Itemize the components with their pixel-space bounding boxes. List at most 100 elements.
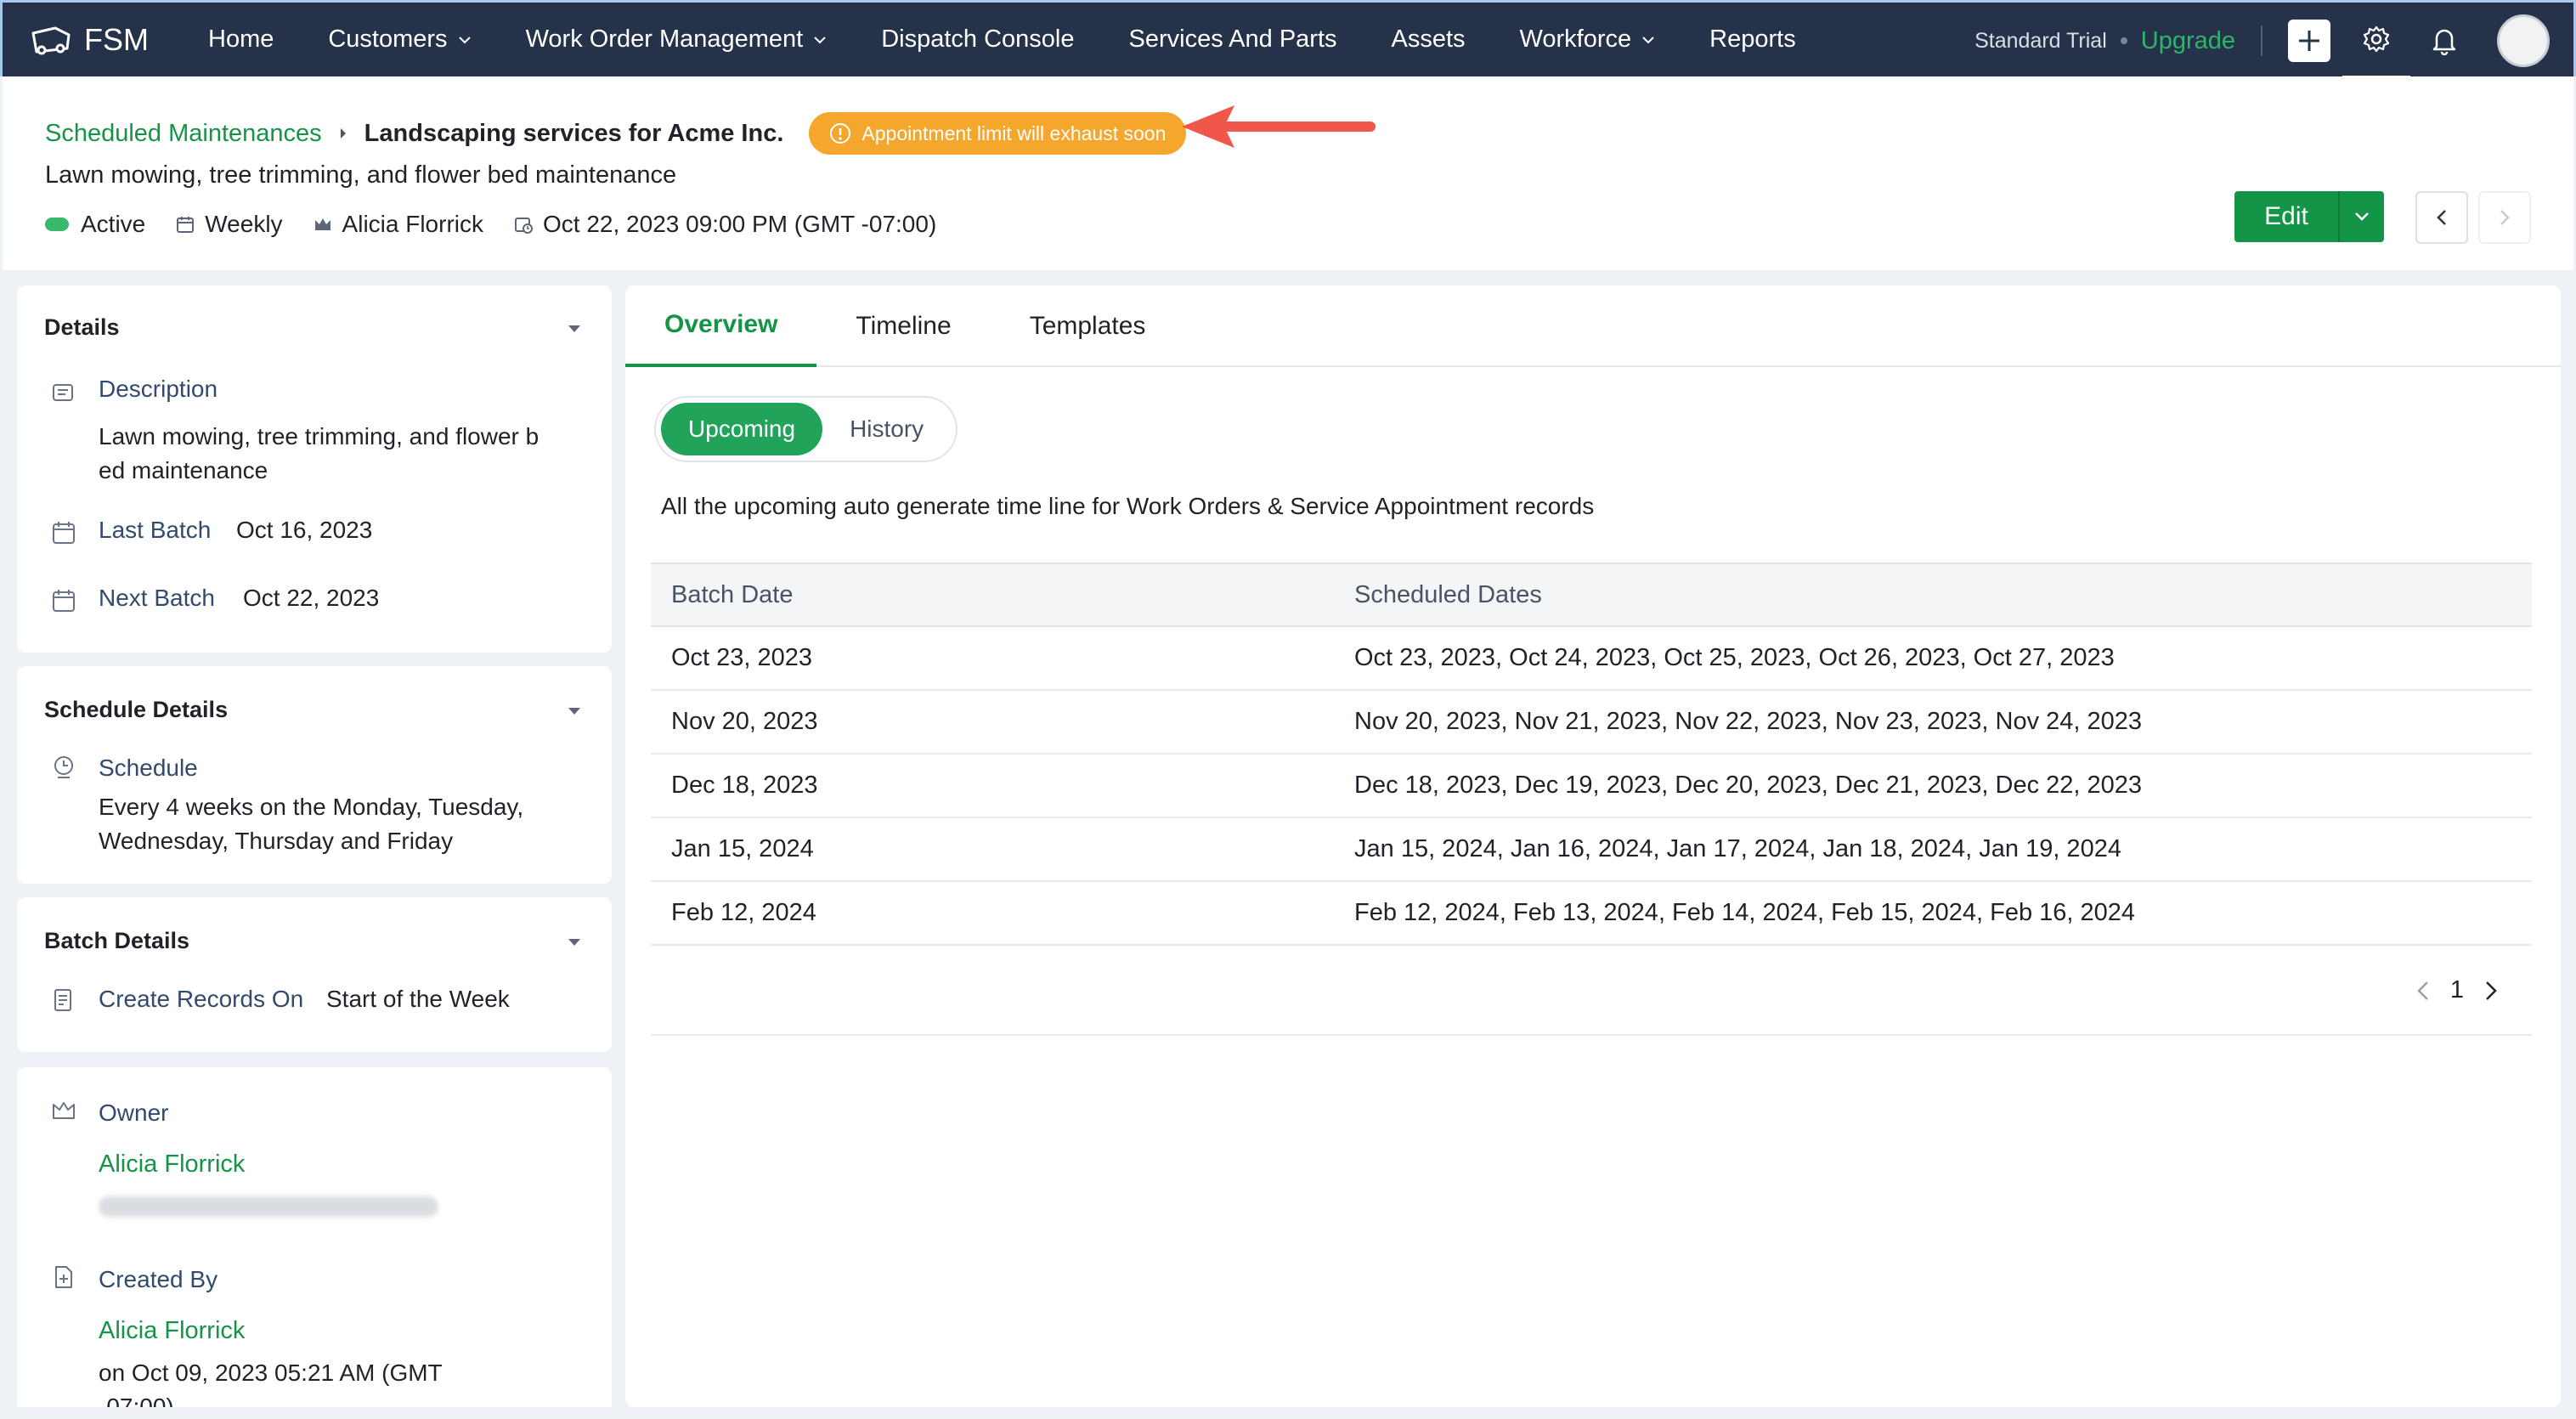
tab-timeline[interactable]: Timeline xyxy=(816,285,990,367)
warning-icon xyxy=(830,123,851,144)
nav-services-and-parts[interactable]: Services And Parts xyxy=(1129,25,1337,54)
chevron-right-icon xyxy=(2500,210,2510,225)
avatar[interactable] xyxy=(2497,14,2550,67)
records-icon xyxy=(54,989,71,1011)
nav-label: Reports xyxy=(1709,25,1796,53)
settings-button[interactable] xyxy=(2342,3,2410,79)
page-title: Landscaping services for Acme Inc. xyxy=(364,119,784,147)
nav-dispatch-console[interactable]: Dispatch Console xyxy=(881,25,1074,54)
table-header: Batch Date Scheduled Dates xyxy=(651,563,2532,627)
collapse-caret-icon[interactable] xyxy=(568,938,581,947)
last-batch-value: Oct 16, 2023 xyxy=(236,517,373,543)
table-row: Oct 23, 2023 Oct 23, 2023, Oct 24, 2023,… xyxy=(651,627,2532,691)
record-subtitle: Lawn mowing, tree trimming, and flower b… xyxy=(45,161,677,189)
tab-bar: Overview Timeline Templates xyxy=(625,285,2561,367)
notifications-button[interactable] xyxy=(2410,3,2478,79)
table-row: Nov 20, 2023 Nov 20, 2023, Nov 21, 2023,… xyxy=(651,691,2532,755)
breadcrumb-parent-link[interactable]: Scheduled Maintenances xyxy=(45,120,322,148)
column-header-batch-date: Batch Date xyxy=(671,580,794,608)
breadcrumb: Scheduled Maintenances Landscaping servi… xyxy=(45,112,1187,155)
nav-reports[interactable]: Reports xyxy=(1709,25,1796,54)
schedule-datetime: Oct 22, 2023 09:00 PM (GMT -07:00) xyxy=(514,211,936,238)
schedule-line-2: Wednesday, Thursday and Friday xyxy=(99,828,454,854)
batch-date-cell: Feb 12, 2024 xyxy=(671,899,816,926)
gear-icon xyxy=(2363,25,2390,53)
chevron-right-icon[interactable] xyxy=(2484,980,2498,1002)
nav-label: Workforce xyxy=(1519,25,1632,53)
calendar-icon xyxy=(53,590,75,612)
nav-customers[interactable]: Customers xyxy=(328,25,471,54)
description-icon xyxy=(53,384,73,401)
brand[interactable]: FSM xyxy=(30,22,183,58)
schedule-details-card: Schedule Details Schedule Every 4 weeks … xyxy=(17,666,612,884)
nav-assets[interactable]: Assets xyxy=(1392,25,1466,54)
calendar-icon xyxy=(53,522,75,544)
description-line-2: ed maintenance xyxy=(99,457,268,483)
create-records-label: Create Records On xyxy=(99,986,304,1012)
overview-description: All the upcoming auto generate time line… xyxy=(661,493,1595,519)
scheduled-dates-cell: Oct 23, 2023, Oct 24, 2023, Oct 25, 2023… xyxy=(1354,644,2115,671)
batch-details-title: Batch Details xyxy=(44,928,190,953)
table-row: Jan 15, 2024 Jan 15, 2024, Jan 16, 2024,… xyxy=(651,818,2532,882)
bell-icon xyxy=(2432,29,2456,55)
nav-label: Assets xyxy=(1391,25,1466,53)
next-record-button[interactable] xyxy=(2478,191,2531,244)
schedule-label: Schedule xyxy=(99,755,198,781)
edit-dropdown-button[interactable] xyxy=(2338,191,2384,242)
edit-button-group: Edit xyxy=(2234,191,2384,242)
edit-button[interactable]: Edit xyxy=(2234,191,2338,242)
main-nav: Home Customers Work Order Management Dis… xyxy=(208,25,1850,54)
history-button[interactable]: History xyxy=(822,403,951,455)
nav-home[interactable]: Home xyxy=(208,25,274,54)
nav-label: Home xyxy=(208,25,274,53)
chevron-down-icon xyxy=(1642,36,1654,43)
batch-date-cell: Nov 20, 2023 xyxy=(671,708,818,735)
upcoming-history-toggle: Upcoming History xyxy=(654,396,958,462)
nav-work-order-management[interactable]: Work Order Management xyxy=(526,25,828,54)
table-footer: 1 xyxy=(651,946,2532,1036)
record-meta: Active Weekly Alicia Florrick Oct 22, 20… xyxy=(45,211,967,238)
previous-record-button[interactable] xyxy=(2415,191,2468,244)
chevron-down-icon xyxy=(814,36,826,43)
upgrade-link[interactable]: Upgrade xyxy=(2141,27,2235,55)
column-header-scheduled-dates: Scheduled Dates xyxy=(1354,580,1542,608)
frequency: Weekly xyxy=(176,211,283,238)
annotation-arrow-icon xyxy=(1182,105,1376,148)
collapse-caret-icon[interactable] xyxy=(568,325,581,333)
warning-text: Appointment limit will exhaust soon xyxy=(861,122,1167,144)
calendar-icon xyxy=(177,217,195,233)
chevron-down-icon xyxy=(2355,212,2369,221)
owner: Alicia Florrick xyxy=(314,211,483,238)
brand-name: FSM xyxy=(84,21,149,57)
owner-name-link[interactable]: Alicia Florrick xyxy=(99,1150,245,1179)
batch-date-cell: Dec 18, 2023 xyxy=(671,772,818,799)
record-header: Scheduled Maintenances Landscaping servi… xyxy=(3,76,2573,270)
nav-label: Dispatch Console xyxy=(881,25,1075,53)
batch-details-card: Batch Details Create Records On Start of… xyxy=(17,897,612,1052)
top-right-actions: Standard Trial Upgrade xyxy=(1974,3,2550,79)
upcoming-button[interactable]: Upcoming xyxy=(661,403,823,455)
nav-label: Services And Parts xyxy=(1128,25,1337,53)
owner-label: Alicia Florrick xyxy=(342,211,484,237)
scheduled-dates-cell: Nov 20, 2023, Nov 21, 2023, Nov 22, 2023… xyxy=(1354,708,2143,735)
main-panel: Overview Timeline Templates Upcoming His… xyxy=(625,285,2561,1407)
tab-templates[interactable]: Templates xyxy=(991,285,1185,367)
clock-icon xyxy=(54,756,73,778)
create-records-value: Start of the Week xyxy=(326,986,510,1012)
status-indicator xyxy=(45,218,69,231)
created-by-name-link[interactable]: Alicia Florrick xyxy=(99,1317,245,1345)
nav-workforce[interactable]: Workforce xyxy=(1520,25,1656,54)
owner-card: Owner Alicia Florrick Created By Alicia … xyxy=(17,1067,612,1407)
scheduled-dates-cell: Jan 15, 2024, Jan 16, 2024, Jan 17, 2024… xyxy=(1354,835,2121,862)
quick-create-button[interactable] xyxy=(2288,20,2330,62)
next-batch-value: Oct 22, 2023 xyxy=(243,585,380,611)
file-add-icon xyxy=(55,1266,72,1288)
collapse-caret-icon[interactable] xyxy=(568,707,581,715)
created-on-line-2: -07:00) xyxy=(99,1394,174,1407)
breadcrumb-arrow-icon xyxy=(340,128,346,139)
tab-overview[interactable]: Overview xyxy=(625,285,817,367)
chevron-left-icon[interactable] xyxy=(2416,980,2430,1002)
divider xyxy=(2261,25,2262,56)
page-number: 1 xyxy=(2449,976,2464,1003)
details-card: Details Description Lawn mowing, tree tr… xyxy=(17,285,612,653)
